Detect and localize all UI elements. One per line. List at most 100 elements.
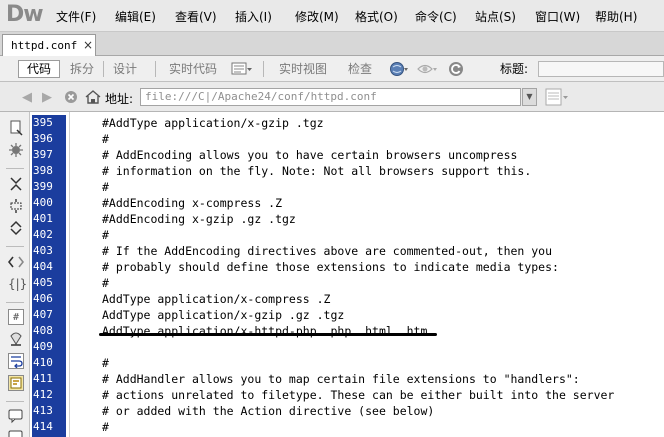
code-line: #AddEncoding x-compress .Z — [102, 196, 283, 210]
code-line: # — [102, 180, 109, 194]
code-view-button[interactable]: 代码 — [18, 60, 61, 78]
menu-view[interactable]: 查看(V) — [175, 8, 217, 25]
syntax-coloring-icon[interactable] — [8, 375, 24, 391]
page-options-icon[interactable] — [545, 88, 571, 106]
live-code-button[interactable]: 实时代码 — [169, 60, 217, 78]
coding-toolbar: {|} # — [0, 112, 30, 437]
code-line: # or added with the Action directive (se… — [102, 404, 435, 418]
show-code-navigator-icon[interactable] — [8, 142, 24, 158]
code-line: # — [102, 420, 109, 434]
code-line: # — [102, 356, 109, 370]
document-tab-bar: httpd.conf × — [0, 32, 664, 56]
toolbar-divider — [6, 168, 24, 169]
code-line: # If the AddEncoding directives above ar… — [102, 244, 553, 258]
code-line: AddType application/x-gzip .gz .tgz — [102, 308, 345, 322]
line-number: 399 — [32, 179, 66, 195]
collapse-selection-icon[interactable] — [8, 198, 24, 214]
code-line: #AddType application/x-gzip .tgz — [102, 116, 324, 130]
line-number: 401 — [32, 211, 66, 227]
live-view-button[interactable]: 实时视图 — [279, 60, 327, 78]
menu-insert[interactable]: 插入(I) — [235, 8, 272, 25]
code-line: # AddHandler allows you to map certain f… — [102, 372, 580, 386]
menu-file[interactable]: 文件(F) — [56, 8, 96, 25]
balance-braces-icon[interactable]: {|} — [8, 276, 27, 292]
back-arrow-icon[interactable]: ◀ — [22, 90, 32, 105]
home-icon[interactable] — [85, 90, 101, 108]
title-label: 标题: — [500, 62, 529, 76]
visual-aids-icon[interactable] — [416, 60, 437, 78]
address-value: file:///C|/Apache24/conf/httpd.conf — [145, 90, 377, 103]
word-wrap-icon[interactable] — [8, 353, 24, 369]
line-number: 412 — [32, 387, 66, 403]
code-line: # AddEncoding allows you to have certain… — [102, 148, 518, 162]
code-line: #AddEncoding x-gzip .gz .tgz — [102, 212, 296, 226]
line-number: 400 — [32, 195, 66, 211]
apply-comment-icon[interactable] — [8, 408, 24, 424]
address-bar: ◀ ▶ 地址: file:///C|/Apache24/conf/httpd.c… — [0, 82, 664, 112]
collapse-full-tag-icon[interactable] — [8, 176, 24, 192]
line-number: 406 — [32, 291, 66, 307]
close-icon[interactable]: × — [83, 38, 93, 52]
line-number: 413 — [32, 403, 66, 419]
line-number: 398 — [32, 163, 66, 179]
menu-format[interactable]: 格式(O) — [355, 8, 398, 25]
menu-bar: Dw 文件(F) 编辑(E) 查看(V) 插入(I) 修改(M) 格式(O) 命… — [0, 0, 664, 32]
toolbar-divider — [6, 302, 24, 303]
menu-commands[interactable]: 命令(C) — [415, 8, 457, 25]
code-line: # probably should define those extension… — [102, 260, 559, 274]
line-number: 402 — [32, 227, 66, 243]
toolbar-divider — [103, 61, 104, 77]
split-view-button[interactable]: 拆分 — [70, 60, 94, 78]
line-number: 410 — [32, 355, 66, 371]
line-number: 397 — [32, 147, 66, 163]
highlight-invalid-code-icon[interactable] — [8, 331, 24, 347]
code-line: AddType application/x-compress .Z — [102, 292, 331, 306]
code-line: # — [102, 132, 109, 146]
address-input[interactable]: file:///C|/Apache24/conf/httpd.conf — [140, 88, 521, 106]
line-number: 403 — [32, 243, 66, 259]
line-number: 408 — [32, 323, 66, 339]
line-number: 396 — [32, 131, 66, 147]
line-number: 405 — [32, 275, 66, 291]
preview-in-browser-icon[interactable] — [389, 60, 408, 78]
line-number: 404 — [32, 259, 66, 275]
dreamweaver-logo: Dw — [6, 2, 44, 27]
underline-annotation — [99, 333, 437, 336]
stop-icon[interactable] — [64, 90, 78, 108]
toolbar-divider — [6, 401, 24, 402]
code-line: # — [102, 276, 109, 290]
menu-modify[interactable]: 修改(M) — [295, 8, 339, 25]
remove-comment-icon[interactable] — [8, 428, 24, 437]
expand-all-icon[interactable] — [8, 220, 24, 236]
line-number-gutter: 395 396 397 398 399 400 401 402 403 404 405 406 407 4… — [30, 112, 70, 437]
chevron-down-icon[interactable]: ▼ — [522, 88, 537, 106]
line-number: 411 — [32, 371, 66, 387]
title-input[interactable] — [538, 61, 664, 77]
forward-arrow-icon[interactable]: ▶ — [42, 90, 52, 105]
document-tab[interactable]: httpd.conf × — [2, 34, 96, 56]
inspect-button[interactable]: 检查 — [348, 60, 372, 78]
line-number: 414 — [32, 419, 66, 435]
line-number: 407 — [32, 307, 66, 323]
select-parent-tag-icon[interactable] — [7, 254, 25, 270]
toolbar-divider — [6, 246, 24, 247]
line-number: 409 — [32, 339, 66, 355]
menu-window[interactable]: 窗口(W) — [535, 8, 580, 25]
document-toolbar: 代码 拆分 设计 实时代码 实时视图 检查 标题: — [0, 56, 664, 82]
code-editor[interactable]: #AddType application/x-gzip .tgz # # AddEn… — [71, 112, 664, 437]
menu-site[interactable]: 站点(S) — [475, 8, 516, 25]
design-view-button[interactable]: 设计 — [113, 60, 137, 78]
toolbar-divider — [155, 61, 156, 77]
code-line: # information on the fly. Note: Not all … — [102, 164, 532, 178]
file-management-icon[interactable] — [231, 60, 252, 78]
open-documents-icon[interactable] — [8, 120, 24, 136]
menu-help[interactable]: 帮助(H) — [595, 8, 637, 25]
address-label: 地址: — [105, 92, 134, 106]
line-numbers-icon[interactable]: # — [8, 309, 24, 325]
menu-edit[interactable]: 编辑(E) — [115, 8, 156, 25]
code-line: # actions unrelated to filetype. These c… — [102, 388, 615, 402]
document-tab-label: httpd.conf — [11, 39, 78, 52]
code-line: # — [102, 228, 109, 242]
refresh-icon[interactable] — [447, 60, 465, 78]
line-number: 395 — [32, 115, 66, 131]
